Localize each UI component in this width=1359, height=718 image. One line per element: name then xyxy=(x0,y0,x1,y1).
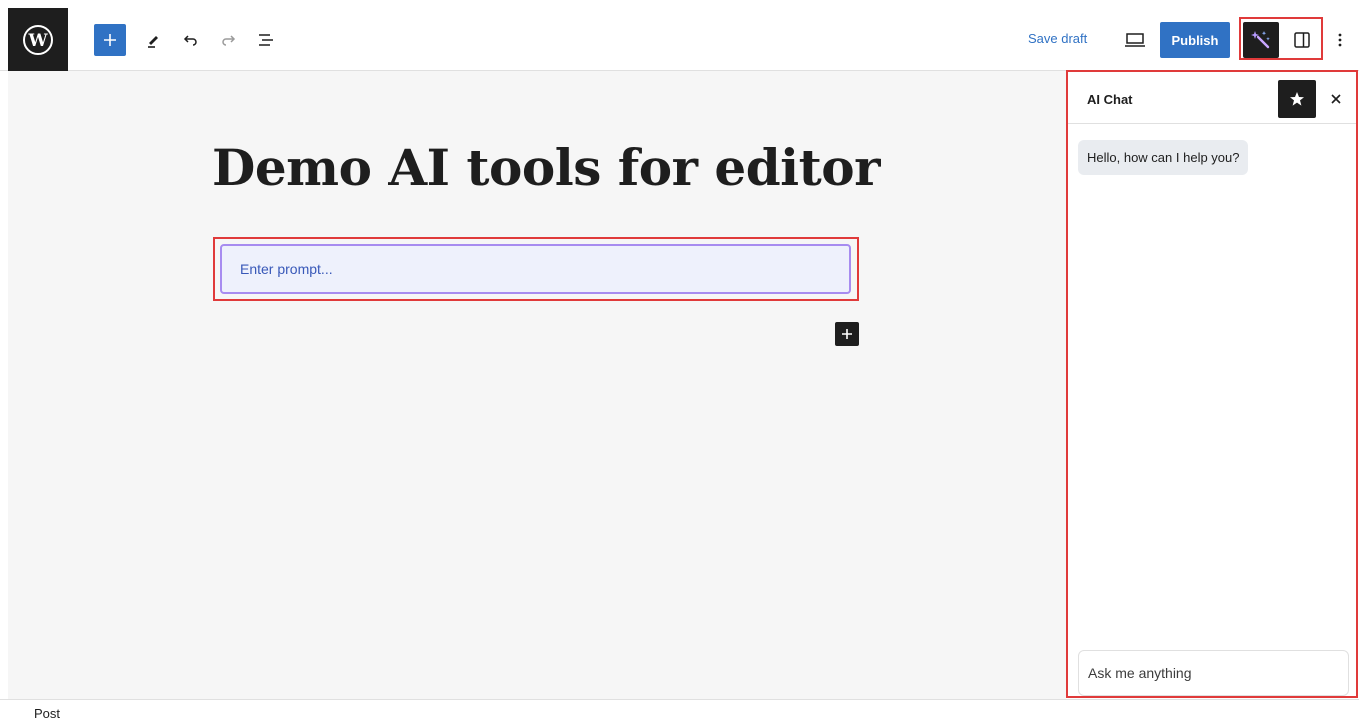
plus-icon xyxy=(842,329,852,339)
close-chat-button[interactable] xyxy=(1324,87,1348,111)
chat-title: AI Chat xyxy=(1087,92,1133,107)
ai-magic-wand-icon xyxy=(1251,31,1270,49)
editor-footer: Post xyxy=(0,699,1359,718)
publish-button[interactable]: Publish xyxy=(1160,22,1230,58)
post-title[interactable]: Demo AI tools for editor xyxy=(212,138,880,197)
add-block-button[interactable] xyxy=(94,24,126,56)
redo-button[interactable] xyxy=(213,24,245,56)
chat-header: AI Chat xyxy=(1068,72,1356,124)
star-icon xyxy=(1290,92,1304,106)
redo-icon xyxy=(222,35,236,46)
document-overview-button[interactable] xyxy=(250,24,282,56)
save-draft-button[interactable]: Save draft xyxy=(1028,31,1087,46)
undo-icon xyxy=(183,35,197,46)
more-options-icon xyxy=(1338,33,1342,47)
block-inserter-button[interactable] xyxy=(835,322,859,346)
tools-button[interactable] xyxy=(138,24,170,56)
assistant-message: Hello, how can I help you? xyxy=(1078,140,1249,175)
editor-toolbar: W Save draft Publish xyxy=(0,0,1359,71)
desktop-preview-icon xyxy=(1125,33,1145,47)
ai-tools-toggle-button[interactable] xyxy=(1243,22,1279,58)
close-icon xyxy=(1331,94,1341,104)
settings-sidebar-toggle-button[interactable] xyxy=(1284,22,1320,58)
chat-input[interactable] xyxy=(1078,650,1349,696)
pencil-icon xyxy=(148,36,158,48)
undo-button[interactable] xyxy=(174,24,206,56)
favorite-button[interactable] xyxy=(1278,80,1316,118)
ai-chat-panel: AI Chat Hello, how can I help you? xyxy=(1066,70,1358,698)
preview-button[interactable] xyxy=(1119,24,1151,56)
breadcrumb[interactable]: Post xyxy=(34,706,60,718)
options-menu-button[interactable] xyxy=(1330,22,1350,58)
plus-icon xyxy=(104,34,116,46)
list-view-icon xyxy=(259,34,273,46)
ai-prompt-input[interactable] xyxy=(220,244,851,294)
sidebar-panel-icon xyxy=(1294,32,1310,48)
wordpress-logo[interactable]: W xyxy=(8,8,68,71)
svg-text:W: W xyxy=(27,31,48,51)
